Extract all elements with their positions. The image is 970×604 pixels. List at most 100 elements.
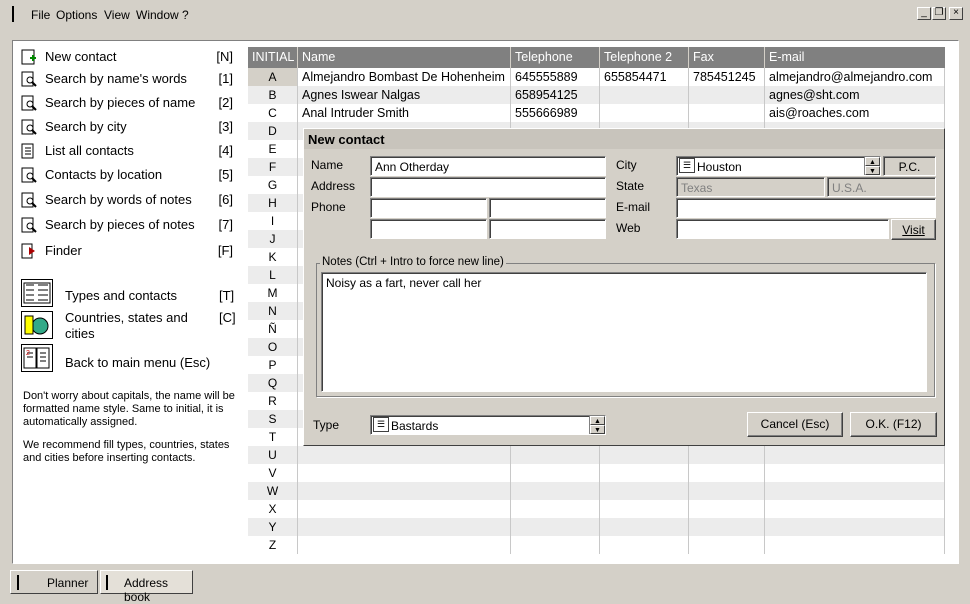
type-spinner[interactable]: ▲ ▼ [589,416,605,434]
phone-field-2[interactable] [489,198,606,218]
initial-cell[interactable]: Ñ [248,320,298,338]
notes-textarea[interactable]: Noisy as a fart, never call her [321,272,927,392]
cell-fax [689,518,765,536]
book-icon[interactable]: 2 [21,344,53,372]
sidebar: New contact [N] Search by name's words [… [13,41,246,563]
close-icon[interactable]: × [949,7,963,20]
sidebar-item-search-notes-pieces[interactable]: Search by pieces of notes [7] [21,215,245,235]
cell-fax [689,500,765,518]
sidebar-item-new-contact[interactable]: New contact [N] [21,47,245,67]
initial-cell[interactable]: G [248,176,298,194]
initial-cell[interactable]: R [248,392,298,410]
initial-cell[interactable]: K [248,248,298,266]
initial-cell[interactable]: Y [248,518,298,536]
initial-cell[interactable]: J [248,230,298,248]
column-header-fax[interactable]: Fax [689,47,765,68]
table-row[interactable]: Z [248,536,945,554]
initial-cell[interactable]: V [248,464,298,482]
initial-cell[interactable]: M [248,284,298,302]
initial-cell[interactable]: A [248,68,298,86]
globe-icon[interactable] [21,311,53,339]
initial-cell[interactable]: F [248,158,298,176]
sidebar-item-search-name-words[interactable]: Search by name's words [1] [21,69,245,89]
countries-label[interactable]: Countries, states and cities [65,310,205,342]
types-contacts-label[interactable]: Types and contacts [65,288,177,303]
table-row[interactable]: Y [248,518,945,536]
phone-field-3[interactable] [370,219,487,239]
table-row[interactable]: U [248,446,945,464]
menu-view[interactable]: View [104,8,130,22]
visit-button[interactable]: Visit [891,219,936,240]
postal-code-field[interactable]: P.C. [883,156,936,176]
restore-icon[interactable]: ❐ [932,7,946,20]
initial-cell[interactable]: B [248,86,298,104]
minimize-icon[interactable]: _ [917,7,931,20]
address-field[interactable] [370,177,606,197]
address-book-icon [106,575,120,590]
table-row[interactable]: V [248,464,945,482]
sidebar-item-contacts-location[interactable]: Contacts by location [5] [21,165,245,185]
menu-options[interactable]: Options [56,8,97,22]
name-field[interactable]: Ann Otherday [370,156,606,176]
initial-cell[interactable]: Z [248,536,298,554]
initial-cell[interactable]: P [248,356,298,374]
cell-tel2: 655854471 [600,68,689,86]
phone-field-4[interactable] [489,219,606,239]
initial-cell[interactable]: I [248,212,298,230]
initial-cell[interactable]: U [248,446,298,464]
sidebar-item-search-notes-words[interactable]: Search by words of notes [6] [21,190,245,210]
cell-email [765,446,945,464]
table-row[interactable]: B Agnes Iswear Nalgas 658954125 agnes@sht.c… [248,86,945,104]
country-field: U.S.A. [827,177,936,197]
info-note-1: Don't worry about capitals, the name wil… [23,390,235,428]
cell-name [298,518,511,536]
city-spinner[interactable]: ▲ ▼ [864,157,880,175]
initial-cell[interactable]: W [248,482,298,500]
type-field[interactable]: ☰ Bastards ▲ ▼ [370,415,606,435]
tab-address-book[interactable]: Address book [100,570,193,604]
initial-cell[interactable]: E [248,140,298,158]
city-list-icon[interactable]: ☰ [679,158,695,173]
menu-file[interactable]: File [31,8,50,22]
cell-fax [689,536,765,554]
cell-tel [511,446,600,464]
table-row[interactable]: C Anal Intruder Smith 555666989 ais@roaches… [248,104,945,122]
cancel-button[interactable]: Cancel (Esc) [747,412,843,437]
types-contacts-icon[interactable] [21,279,53,307]
sidebar-item-search-name-pieces[interactable]: Search by pieces of name [2] [21,93,245,113]
ok-button[interactable]: O.K. (F12) [850,412,937,437]
finder-icon [21,243,37,259]
sidebar-item-list-all[interactable]: List all contacts [4] [21,141,245,161]
email-field[interactable] [676,198,936,218]
initial-cell[interactable]: T [248,428,298,446]
initial-cell[interactable]: L [248,266,298,284]
initial-cell[interactable]: X [248,500,298,518]
web-field[interactable] [676,219,889,239]
initial-cell[interactable]: N [248,302,298,320]
initial-cell[interactable]: O [248,338,298,356]
table-row[interactable]: W [248,482,945,500]
menu-window[interactable]: Window [136,8,179,22]
table-row[interactable]: X [248,500,945,518]
column-header-telephone[interactable]: Telephone [511,47,600,68]
table-row[interactable]: A Almejandro Bombast De Hohenheim 64555588… [248,68,945,86]
sidebar-item-search-city[interactable]: Search by city [3] [21,117,245,137]
magnifier-icon [21,95,37,111]
phone-field-1[interactable] [370,198,487,218]
initial-cell[interactable]: D [248,122,298,140]
initial-cell[interactable]: S [248,410,298,428]
menu-help[interactable]: ? [182,8,189,22]
type-list-icon[interactable]: ☰ [373,417,389,432]
initial-cell[interactable]: Q [248,374,298,392]
column-header-telephone2[interactable]: Telephone 2 [600,47,689,68]
cell-fax: 785451245 [689,68,765,86]
column-header-name[interactable]: Name [298,47,511,68]
tab-planner[interactable]: Planner [10,570,98,594]
back-main-menu-label[interactable]: Back to main menu (Esc) [65,355,210,370]
initial-cell[interactable]: H [248,194,298,212]
initial-cell[interactable]: C [248,104,298,122]
column-header-initial[interactable]: INITIAL [248,47,298,68]
column-header-email[interactable]: E-mail [765,47,945,68]
city-field[interactable]: ☰ Houston ▲ ▼ [676,156,881,176]
sidebar-item-finder[interactable]: Finder [F] [21,241,245,261]
